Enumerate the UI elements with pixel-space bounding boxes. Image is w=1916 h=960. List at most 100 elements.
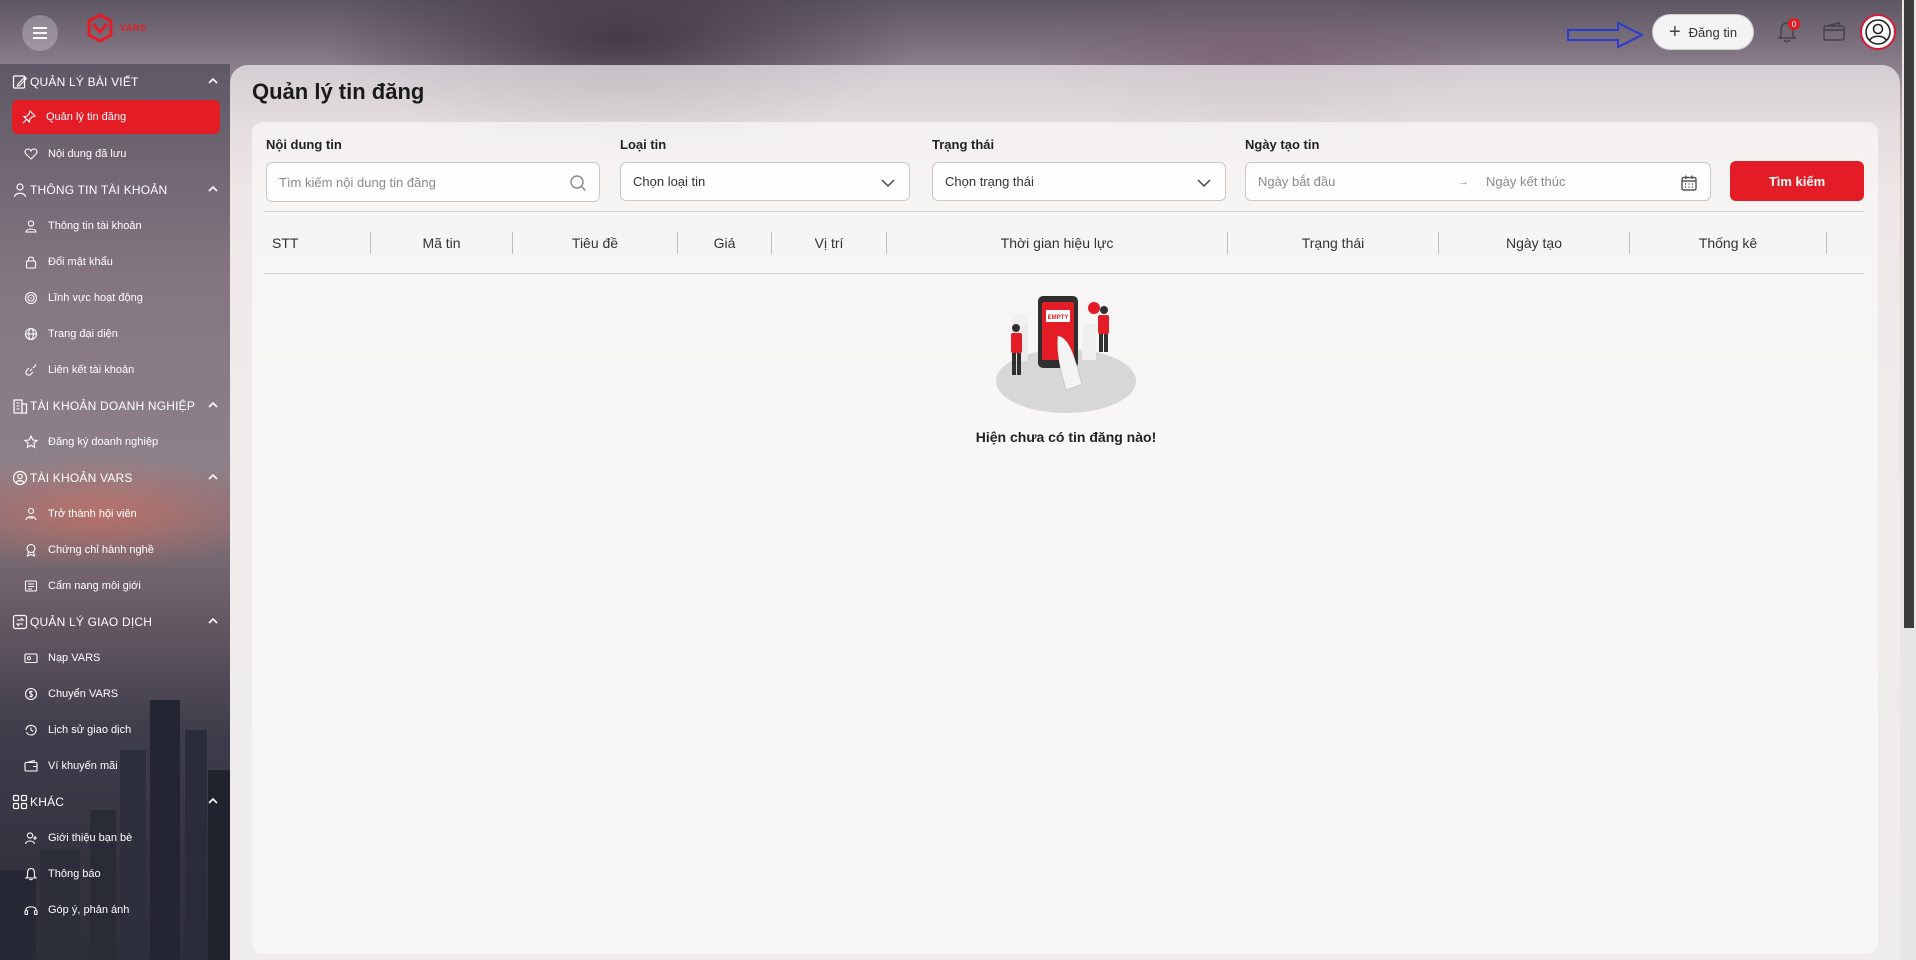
arrow-annotation-icon (1567, 21, 1645, 49)
type-select[interactable]: Chọn loại tin (620, 162, 910, 201)
column-header-location[interactable]: Vị trí (772, 212, 886, 273)
column-header-stt[interactable]: STT (264, 212, 370, 273)
sidebar-section-business-account[interactable]: TÀI KHOẢN DOANH NGHIỆP (0, 388, 230, 424)
logo[interactable]: VARS (84, 12, 146, 44)
sidebar-item-label: Đổi mật khẩu (48, 256, 113, 268)
sidebar-section-vars-account[interactable]: TÀI KHOẢN VARS (0, 460, 230, 496)
chevron-down-icon (1197, 179, 1211, 188)
content-filter-label: Nội dung tin (266, 137, 342, 152)
sidebar-item-promo-wallet[interactable]: Ví khuyến mãi (0, 748, 230, 784)
sidebar-item-linked-accounts[interactable]: Liên kết tài khoản (0, 352, 230, 388)
notification-count-badge: 0 (1788, 18, 1800, 30)
sidebar-item-label: Quản lý tin đăng (46, 111, 127, 123)
chevron-up-icon (208, 401, 218, 408)
page-scrollbar-thumb[interactable] (1904, 0, 1914, 628)
edit-document-icon (12, 75, 28, 89)
date-range-picker[interactable]: Ngày bắt đầu → Ngày kết thúc (1245, 162, 1711, 201)
search-button[interactable]: Tìm kiếm (1730, 161, 1864, 201)
sidebar-section-other[interactable]: KHÁC (0, 784, 230, 820)
chevron-up-icon (208, 77, 218, 84)
sidebar-item-field-of-activity[interactable]: Lĩnh vực hoạt động (0, 280, 230, 316)
sidebar-section-title: TÀI KHOẢN DOANH NGHIỆP (30, 399, 196, 413)
type-select-value: Chọn loại tin (633, 174, 706, 189)
content-search-input[interactable] (279, 174, 599, 190)
exchange-icon (12, 614, 28, 630)
star-icon (24, 435, 38, 449)
user-avatar[interactable] (1860, 14, 1896, 50)
pin-icon (22, 110, 36, 124)
sidebar-item-label: Nội dung đã lưu (48, 148, 127, 160)
headset-icon (24, 906, 38, 916)
user-outline-icon (25, 220, 37, 233)
chevron-up-icon (208, 185, 218, 192)
user-circle-icon (12, 470, 28, 486)
sidebar-item-transaction-history[interactable]: Lịch sử giao dịch (0, 712, 230, 748)
sidebar-section-title: QUẢN LÝ BÀI VIẾT (30, 75, 139, 89)
search-icon (570, 175, 586, 191)
status-select[interactable]: Chọn trạng thái (932, 162, 1226, 201)
sidebar-item-label: Trang đại diện (48, 328, 118, 340)
column-header-created-date[interactable]: Ngày tạo (1439, 212, 1629, 273)
sidebar-item-notifications[interactable]: Thông báo (0, 856, 230, 892)
column-header-validity-period[interactable]: Thời gian hiệu lực (887, 212, 1227, 273)
column-header-price[interactable]: Giá (678, 212, 771, 273)
sidebar-item-label: Trở thành hội viên (48, 508, 137, 520)
referral-icon (24, 832, 37, 845)
page-scrollbar-track[interactable] (1902, 0, 1916, 960)
sidebar-item-label: Cẩm nang môi giới (48, 580, 141, 592)
sidebar-item-top-up-vars[interactable]: Nạp VARS (0, 640, 230, 676)
sidebar-item-label: Góp ý, phản ánh (48, 904, 130, 916)
coin-icon (24, 687, 38, 701)
date-end-placeholder[interactable]: Ngày kết thúc (1486, 174, 1566, 189)
status-filter-label: Trạng thái (932, 137, 995, 152)
sidebar-item-saved-content[interactable]: Nội dung đã lưu (0, 136, 230, 172)
user-outline-icon (13, 183, 27, 198)
main-panel: Quản lý tin đăng Nội dung tin Loại tin C… (230, 65, 1900, 960)
sidebar-item-profile-page[interactable]: Trang đại diện (0, 316, 230, 352)
link-icon (25, 363, 37, 376)
sidebar-item-transfer-vars[interactable]: Chuyển VARS (0, 676, 230, 712)
sidebar-item-manage-listings[interactable]: Quản lý tin đăng (12, 100, 220, 134)
sidebar-item-become-member[interactable]: Trở thành hội viên (0, 496, 230, 532)
empty-state-message: Hiện chưa có tin đăng nào! (975, 429, 1157, 445)
sidebar-section-transactions[interactable]: QUẢN LÝ GIAO DỊCH (0, 604, 230, 640)
chevron-up-icon (208, 473, 218, 480)
sidebar-item-label: Chuyển VARS (48, 688, 119, 700)
sidebar-item-account-info[interactable]: Thông tin tài khoản (0, 208, 230, 244)
logo-text: VARS (120, 23, 147, 33)
column-header-status[interactable]: Trạng thái (1228, 212, 1438, 273)
column-header-title[interactable]: Tiêu đề (513, 212, 677, 273)
sidebar-item-practice-certificate[interactable]: Chứng chỉ hành nghề (0, 532, 230, 568)
sidebar-item-feedback[interactable]: Góp ý, phản ánh (0, 892, 230, 928)
wallet-icon[interactable] (1822, 21, 1846, 43)
sidebar-item-label: Ví khuyến mãi (48, 760, 118, 772)
sidebar-section-title: QUẢN LÝ GIAO DỊCH (30, 615, 153, 629)
sidebar-item-broker-handbook[interactable]: Cẩm nang môi giới (0, 568, 230, 604)
sidebar-item-label: Thông tin tài khoản (48, 220, 142, 232)
chevron-up-icon (208, 617, 218, 624)
column-header-statistics[interactable]: Thống kê (1630, 212, 1826, 273)
sidebar-section-account-info[interactable]: THÔNG TIN TÀI KHOẢN (0, 172, 230, 208)
history-icon (25, 724, 37, 736)
sidebar-section-title: TÀI KHOẢN VARS (30, 471, 133, 485)
sidebar-item-label: Lịch sử giao dịch (48, 724, 132, 736)
sidebar-item-register-business[interactable]: Đăng ký doanh nghiệp (0, 424, 230, 460)
post-listing-button[interactable]: + Đăng tin (1652, 14, 1754, 50)
date-start-placeholder[interactable]: Ngày bắt đầu (1258, 174, 1458, 189)
calendar-icon (1681, 175, 1697, 191)
lock-icon (25, 256, 37, 269)
hamburger-menu-button[interactable] (22, 15, 58, 51)
sidebar-item-refer-friends[interactable]: Giới thiệu bạn bè (0, 820, 230, 856)
plus-icon: + (1668, 21, 1681, 43)
sidebar-item-label: Giới thiệu bạn bè (48, 832, 133, 844)
book-icon (24, 580, 38, 592)
date-range-arrow: → (1458, 175, 1469, 188)
sidebar-item-label: Lĩnh vực hoạt động (48, 292, 143, 304)
sidebar-item-label: Đăng ký doanh nghiệp (48, 436, 159, 448)
content-search-field[interactable] (266, 162, 600, 202)
sidebar-item-change-password[interactable]: Đổi mật khẩu (0, 244, 230, 280)
sidebar-item-label: Nạp VARS (48, 652, 101, 664)
post-listing-label: Đăng tin (1688, 24, 1738, 40)
column-header-listing-code[interactable]: Mã tin (371, 212, 512, 273)
sidebar-section-post-management[interactable]: QUẢN LÝ BÀI VIẾT (0, 64, 230, 100)
